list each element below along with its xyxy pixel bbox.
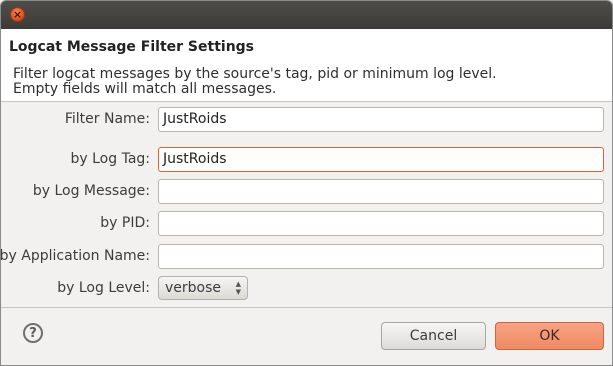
dialog-description: Filter logcat messages by the source's t… <box>13 67 593 97</box>
log-tag-label: by Log Tag: <box>70 151 151 167</box>
dialog-header: Logcat Message Filter Settings Filter lo… <box>1 29 612 102</box>
pid-input[interactable] <box>158 211 604 236</box>
log-level-label: by Log Level: <box>57 280 150 296</box>
description-line-1: Filter logcat messages by the source's t… <box>13 66 497 82</box>
dialog-window: × Logcat Message Filter Settings Filter … <box>0 0 613 366</box>
app-name-input[interactable] <box>158 244 604 269</box>
description-line-2: Empty fields will match all messages. <box>13 81 277 97</box>
log-level-select[interactable]: verbose ▲ ▼ <box>158 276 248 300</box>
filter-name-input[interactable]: JustRoids <box>158 107 604 132</box>
log-level-value: verbose <box>165 280 222 296</box>
titlebar: × <box>1 1 612 29</box>
filter-name-label: Filter Name: <box>64 111 150 127</box>
app-name-label: by Application Name: <box>0 248 150 264</box>
footer-separator <box>1 307 612 308</box>
cancel-button[interactable]: Cancel <box>381 322 486 350</box>
log-message-label: by Log Message: <box>32 183 150 199</box>
pid-label: by PID: <box>100 215 150 231</box>
log-tag-input[interactable]: JustRoids <box>158 147 604 172</box>
log-message-input[interactable] <box>158 179 604 204</box>
dialog-title: Logcat Message Filter Settings <box>9 39 255 55</box>
select-arrows-icon: ▲ ▼ <box>235 280 241 296</box>
close-icon[interactable]: × <box>10 7 25 22</box>
ok-button[interactable]: OK <box>495 322 604 350</box>
help-icon[interactable]: ? <box>23 323 43 343</box>
